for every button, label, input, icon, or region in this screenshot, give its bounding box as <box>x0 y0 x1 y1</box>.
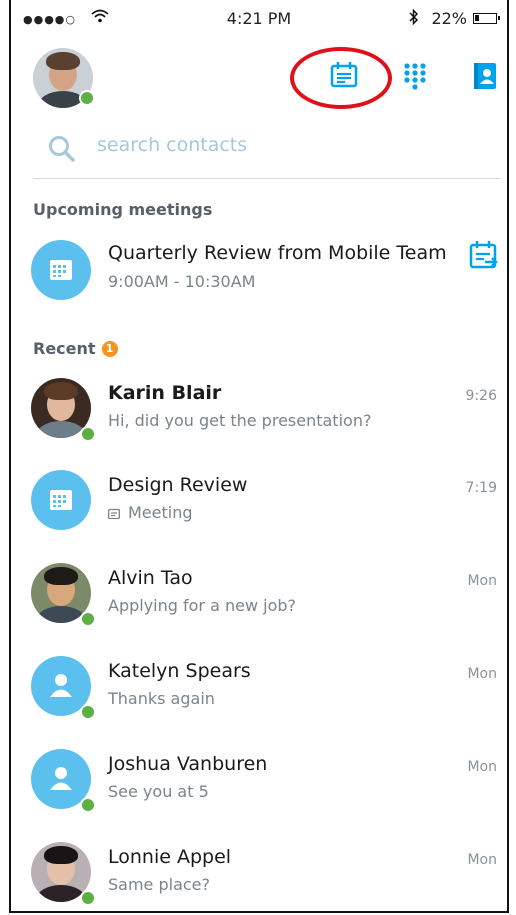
highlight-circle <box>290 47 392 109</box>
search-bar[interactable]: search contacts <box>33 128 501 179</box>
last-message: Thanks again <box>108 689 215 708</box>
message-time: 7:19 <box>465 480 497 496</box>
my-avatar[interactable] <box>33 48 95 108</box>
conversation-item[interactable]: Katelyn Spears Thanks again Mon <box>11 656 507 746</box>
bluetooth-icon <box>409 8 419 29</box>
conversation-title: Design Review <box>108 474 248 496</box>
message-time: Mon <box>467 852 497 868</box>
contact-name: Karin Blair <box>108 382 222 404</box>
unread-badge: 1 <box>101 341 118 357</box>
status-bar: ●●●●○ 4:21 PM 22% <box>11 0 507 42</box>
battery-percent: 22% <box>431 9 467 28</box>
recent-label: Recent <box>33 339 96 358</box>
conversation-item[interactable]: Design Review Meeting 7:19 <box>11 470 507 560</box>
last-message: Applying for a new job? <box>108 596 297 615</box>
meeting-item[interactable]: Quarterly Review from Mobile Team 9:00AM… <box>11 240 507 330</box>
message-time: Mon <box>467 666 497 682</box>
contact-name: Alvin Tao <box>108 567 193 589</box>
meeting-title: Quarterly Review from Mobile Team <box>108 242 447 264</box>
recent-heading: Recent 1 <box>33 339 118 358</box>
presence-dot <box>80 611 96 627</box>
presence-dot <box>79 90 95 106</box>
upcoming-meetings-heading: Upcoming meetings <box>33 200 213 219</box>
person-icon <box>49 672 73 702</box>
conversation-item[interactable]: Joshua Vanburen See you at 5 Mon <box>11 749 507 839</box>
battery-fill <box>475 15 479 21</box>
presence-dot <box>80 890 96 906</box>
meeting-small-icon <box>108 504 120 523</box>
contact-name: Katelyn Spears <box>108 660 251 682</box>
join-meeting-icon[interactable] <box>469 240 499 276</box>
calendar-grid-icon <box>50 490 72 514</box>
conversation-item[interactable]: Lonnie Appel Same place? Mon <box>11 842 507 911</box>
presence-dot <box>80 426 96 442</box>
last-message: Same place? <box>108 875 211 894</box>
last-message: Meeting <box>108 503 193 523</box>
presence-dot <box>80 704 96 720</box>
person-icon <box>49 765 73 795</box>
search-input[interactable]: search contacts <box>97 134 247 156</box>
app-frame: ●●●●○ 4:21 PM 22% search contacts Upcomi… <box>9 0 509 913</box>
message-time: Mon <box>467 573 497 589</box>
contacts-icon[interactable] <box>473 62 497 94</box>
meeting-time: 9:00AM - 10:30AM <box>108 272 256 291</box>
last-message: See you at 5 <box>108 782 209 801</box>
message-time: 9:26 <box>465 388 497 404</box>
battery-icon <box>473 13 500 24</box>
calendar-grid-icon <box>50 260 72 284</box>
meeting-avatar <box>31 470 91 530</box>
last-message-text: Meeting <box>128 503 193 522</box>
conversation-item[interactable]: Karin Blair Hi, did you get the presenta… <box>11 378 507 468</box>
last-message: Hi, did you get the presentation? <box>108 411 372 430</box>
meeting-avatar <box>31 240 91 300</box>
dialpad-icon[interactable] <box>403 62 427 94</box>
search-icon <box>47 134 77 168</box>
presence-dot <box>80 797 96 813</box>
contact-name: Lonnie Appel <box>108 846 232 868</box>
contact-name: Joshua Vanburen <box>108 753 268 775</box>
message-time: Mon <box>467 759 497 775</box>
conversation-item[interactable]: Alvin Tao Applying for a new job? Mon <box>11 563 507 653</box>
